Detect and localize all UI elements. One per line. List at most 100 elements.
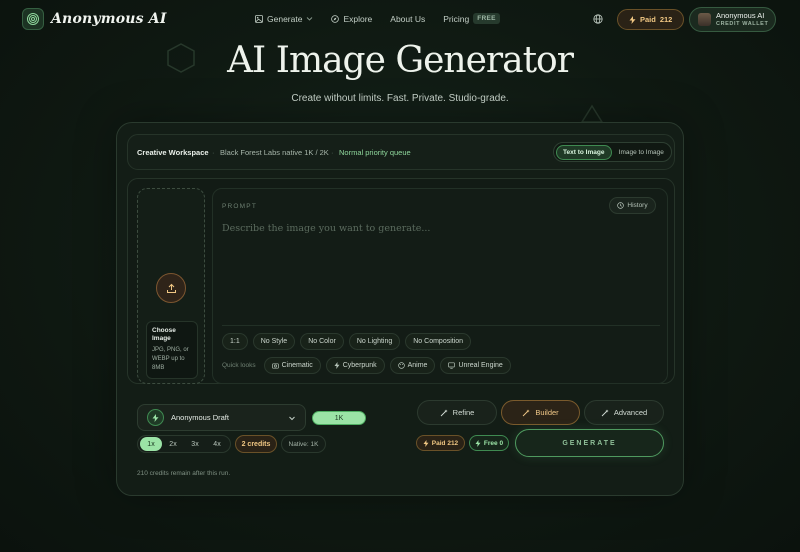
brand-logo[interactable]: Anonymous AI	[22, 8, 167, 30]
style-chip[interactable]: No Style	[252, 333, 296, 350]
nav-generate-label: Generate	[267, 13, 303, 24]
prompt-workspace: Choose Image JPG, PNG, or WEBP up to 8MB…	[127, 178, 675, 384]
model-select[interactable]: Anonymous Draft	[137, 404, 306, 431]
scale-1x[interactable]: 1x	[140, 437, 162, 451]
bolt-icon	[334, 362, 340, 369]
bolt-icon	[147, 409, 164, 426]
refine-label: Refine	[452, 408, 475, 417]
globe-icon[interactable]	[593, 14, 603, 24]
upscale-selector: 1x 2x 3x 4x	[137, 435, 231, 453]
quick-looks-row: Quick looks Cinematic Cyberpunk Anime Un…	[222, 357, 511, 374]
quick-looks-label: Quick looks	[222, 362, 256, 369]
aspect-ratio-chip[interactable]: 1:1	[222, 333, 248, 350]
model-name: Anonymous Draft	[171, 413, 229, 422]
generator-panel: Creative Workspace · Black Forest Labs n…	[116, 122, 684, 496]
paid-balance-badge: Paid 212	[416, 435, 465, 451]
nav-explore-label: Explore	[343, 13, 373, 24]
separator-dot: ·	[331, 148, 334, 157]
page-title: AI Image Generator	[227, 40, 574, 81]
monitor-icon	[448, 362, 456, 369]
top-nav: Anonymous AI Generate Explore About Us P…	[0, 0, 800, 40]
prompt-placeholder: Describe the image you want to generate.…	[222, 223, 431, 234]
nav-generate[interactable]: Generate	[255, 14, 313, 24]
avatar	[698, 13, 711, 26]
choose-image-title: Choose Image	[152, 327, 176, 342]
chevron-down-icon	[289, 416, 295, 421]
compass-icon	[331, 14, 340, 23]
mode-toggle: Text to Image Image to Image	[553, 142, 672, 162]
color-chip[interactable]: No Color	[300, 333, 344, 350]
image-icon	[255, 14, 263, 23]
quick-look-label: Unreal Engine	[458, 362, 503, 369]
nav-pricing[interactable]: Pricing FREE	[443, 13, 500, 24]
tab-text-to-image[interactable]: Text to Image	[556, 144, 612, 160]
native-resolution-badge: Native: 1K	[281, 435, 326, 453]
triangle-decoration-icon	[580, 104, 604, 123]
camera-icon	[271, 363, 279, 369]
credits-remaining-text: 210 credits remain after this run.	[137, 470, 231, 477]
user-wallet-button[interactable]: Anonymous AI CREDIT WALLET	[689, 7, 776, 32]
prompt-textarea[interactable]: PROMPT History Describe the image you wa…	[212, 188, 668, 384]
bolt-icon	[475, 439, 481, 447]
lighting-chip[interactable]: No Lighting	[348, 333, 401, 350]
free-badge: FREE	[473, 13, 500, 24]
option-chips: 1:1 No Style No Color No Lighting No Com…	[222, 333, 472, 350]
user-name: Anonymous AI	[716, 10, 765, 20]
paid-credits-pill[interactable]: Paid 212	[617, 9, 685, 30]
model-info: Black Forest Labs native 1K / 2K	[220, 148, 329, 157]
paid-count: 212	[659, 15, 673, 24]
builder-label: Builder	[535, 408, 559, 417]
workspace-title: Creative Workspace	[137, 148, 209, 157]
nav-about-label: About Us	[390, 13, 426, 24]
paid-balance-label: Paid 212	[431, 439, 459, 447]
queue-status: Normal priority queue	[339, 148, 411, 157]
user-subtitle: CREDIT WALLET	[716, 21, 769, 28]
quick-look-label: Cyberpunk	[342, 362, 377, 369]
choose-image-desc: JPG, PNG, or WEBP up to 8MB	[152, 347, 189, 371]
refine-button[interactable]: Refine	[417, 400, 497, 425]
scale-3x[interactable]: 3x	[184, 437, 206, 451]
nav-explore[interactable]: Explore	[331, 14, 372, 24]
upload-button[interactable]	[156, 273, 186, 303]
generate-button[interactable]: GENERATE	[515, 429, 664, 457]
resolution-select[interactable]: 1K	[312, 411, 366, 425]
nav-about[interactable]: About Us	[390, 14, 425, 24]
image-upload-dropzone[interactable]: Choose Image JPG, PNG, or WEBP up to 8MB	[137, 188, 205, 384]
wand-icon	[601, 409, 609, 416]
tab-image-to-image[interactable]: Image to Image	[614, 145, 669, 160]
builder-button[interactable]: Builder	[501, 400, 580, 425]
page-subtitle: Create without limits. Fast. Private. St…	[291, 93, 509, 104]
wand-icon	[440, 409, 448, 416]
quick-look-unreal[interactable]: Unreal Engine	[440, 357, 511, 374]
prompt-label: PROMPT	[222, 203, 258, 210]
chevron-down-icon	[307, 17, 313, 21]
quick-look-label: Anime	[407, 362, 428, 369]
advanced-button[interactable]: Advanced	[584, 400, 664, 425]
quick-look-label: Cinematic	[281, 362, 313, 369]
bolt-icon	[423, 439, 429, 447]
history-label: History	[627, 202, 648, 209]
history-button[interactable]: History	[609, 197, 656, 214]
choose-image-info: Choose Image JPG, PNG, or WEBP up to 8MB	[146, 321, 198, 379]
upload-icon	[166, 283, 176, 293]
credit-cost-badge: 2 credits	[235, 435, 277, 453]
wand-icon	[522, 409, 531, 416]
fingerprint-icon	[22, 8, 44, 30]
free-balance-label: Free 0	[483, 439, 504, 447]
quick-look-cinematic[interactable]: Cinematic	[263, 357, 321, 374]
brand-name: Anonymous AI	[51, 11, 167, 27]
divider	[222, 325, 660, 326]
nav-links: Generate Explore About Us Pricing FREE	[255, 13, 500, 24]
advanced-label: Advanced	[613, 408, 648, 417]
paid-label: Paid	[640, 15, 656, 24]
separator-dot: ·	[212, 148, 215, 157]
clock-icon	[617, 202, 625, 209]
nav-pricing-label: Pricing	[443, 13, 470, 24]
free-balance-badge: Free 0	[469, 435, 509, 451]
scale-2x[interactable]: 2x	[162, 437, 184, 451]
scale-4x[interactable]: 4x	[206, 437, 228, 451]
composition-chip[interactable]: No Composition	[405, 333, 472, 350]
bolt-icon	[629, 15, 636, 24]
quick-look-cyberpunk[interactable]: Cyberpunk	[325, 357, 385, 374]
quick-look-anime[interactable]: Anime	[389, 357, 436, 374]
